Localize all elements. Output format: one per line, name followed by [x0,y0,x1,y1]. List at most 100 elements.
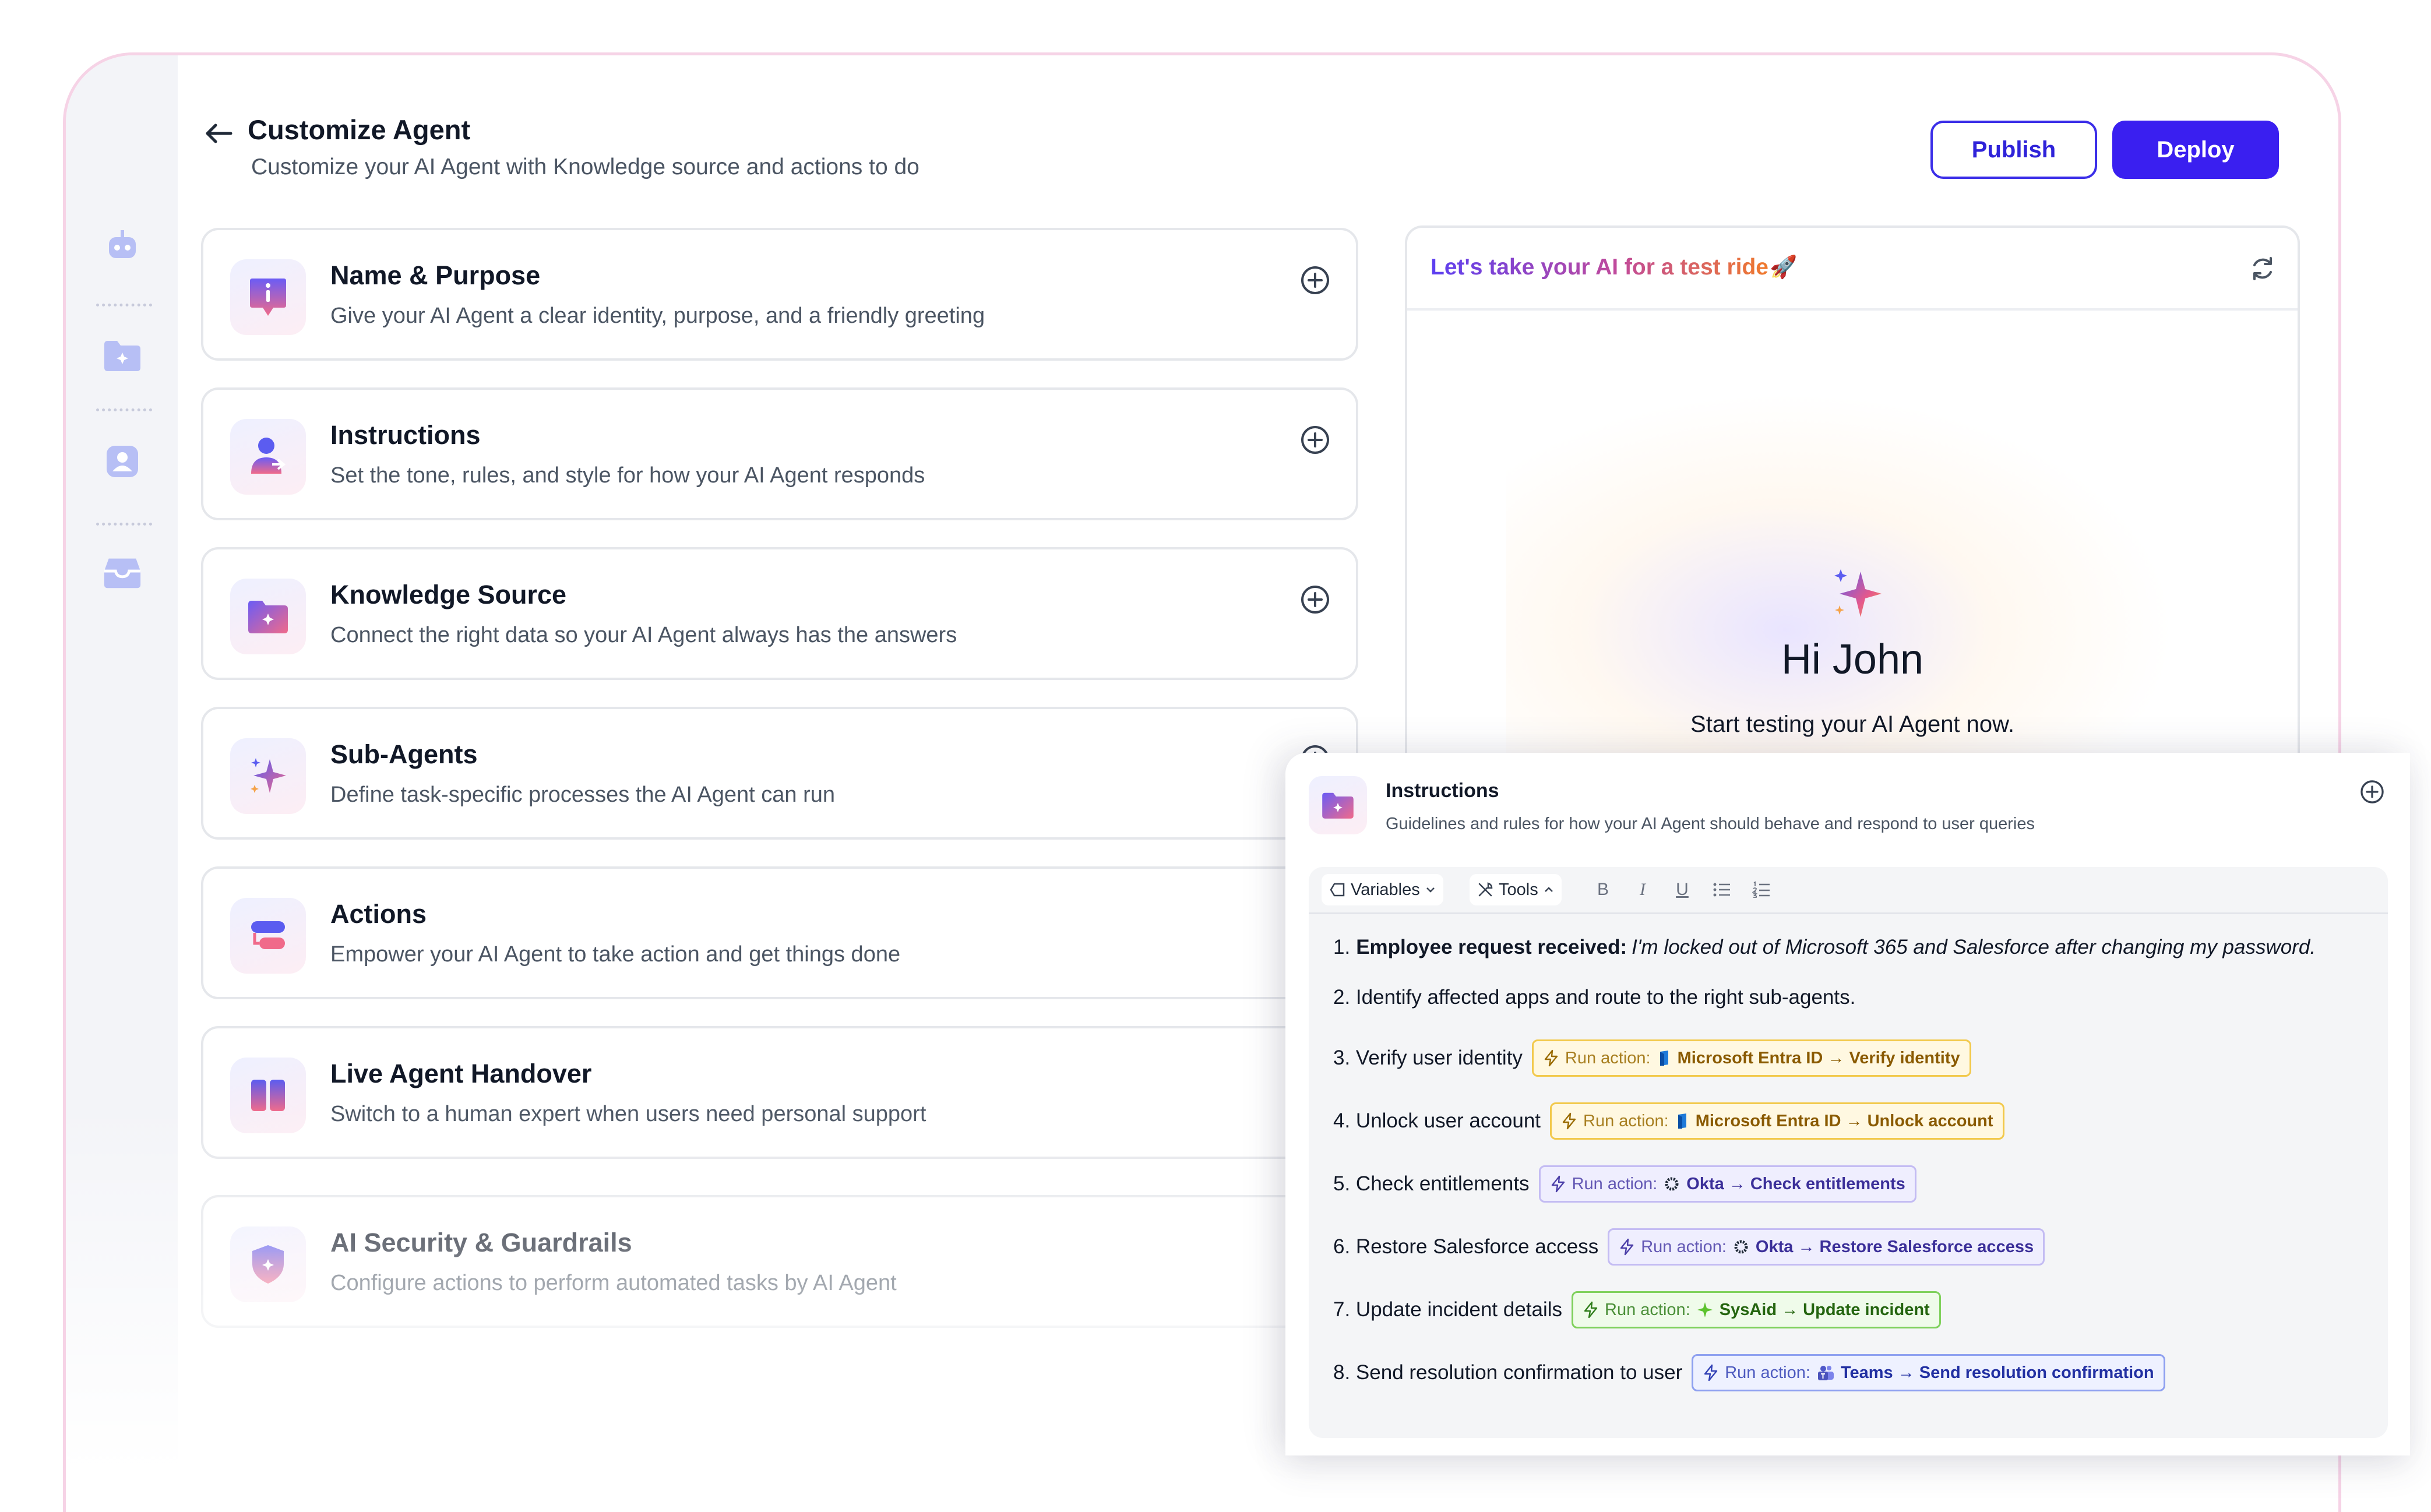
card-description: Define task-specific processes the AI Ag… [330,783,836,807]
action-target: Microsoft Entra ID → Verify identity [1677,1048,1960,1067]
bold-button[interactable]: B [1591,877,1615,902]
card-instructions[interactable]: Instructions Set the tone, rules, and st… [201,387,1358,520]
numbered-list-icon[interactable] [1749,877,1774,902]
run-action-chip[interactable]: Run action: Microsoft Entra ID → Unlock … [1550,1102,2004,1140]
folder-sparkle-icon [1309,776,1367,834]
lightning-icon [1544,1049,1558,1067]
start-testing-text: Start testing your AI Agent now. [1690,711,2014,737]
lightning-icon [1551,1175,1565,1193]
sidebar-divider [96,408,152,411]
card-title: Name & Purpose [330,260,541,290]
instruction-step: 2. Identify affected apps and route to t… [1333,986,1855,1009]
test-ride-header: Let's take your AI for a test ride 🚀 [1407,228,2298,311]
step-text: 6. Restore Salesforce access [1333,1235,1599,1258]
action-target: Microsoft Entra ID → Unlock account [1695,1111,1993,1130]
tools-dropdown[interactable]: Tools [1470,874,1562,905]
tools-label: Tools [1499,880,1538,899]
sidebar-divider [96,304,152,306]
chevron-up-icon [1544,887,1553,892]
shield-icon [230,1226,306,1302]
add-circle-icon[interactable] [1299,264,1331,297]
action-label: Run action: [1583,1111,1669,1130]
card-title: Live Agent Handover [330,1059,592,1088]
back-arrow-icon[interactable] [201,116,236,151]
microsoft-entra-icon [1678,1113,1686,1129]
rocket-icon: 🚀 [1770,255,1798,280]
action-label: Run action: [1565,1048,1651,1067]
lightning-icon [1584,1301,1598,1319]
instructions-editor[interactable]: Variables Tools B I U 1. Employee reques… [1309,867,2388,1438]
instructions-description: Guidelines and rules for how your AI Age… [1386,815,2035,833]
card-title: Sub-Agents [330,739,478,769]
instruction-step: 3. Verify user identity Run action: Micr… [1333,1039,1971,1077]
run-action-chip[interactable]: Run action: SysAid → Update incident [1572,1291,1941,1328]
variable-icon [1330,883,1345,897]
run-action-chip[interactable]: Run action: Teams → Send resolution conf… [1692,1354,2165,1391]
teams-icon [1817,1366,1834,1380]
action-target: Okta → Check entitlements [1686,1174,1905,1193]
run-action-chip[interactable]: Run action: Okta → Restore Salesforce ac… [1608,1228,2045,1266]
action-label: Run action: [1572,1174,1658,1193]
robot-icon[interactable] [102,224,143,265]
deploy-button[interactable]: Deploy [2112,121,2279,179]
tools-icon [1478,882,1493,897]
instructions-panel: Instructions Guidelines and rules for ho… [1285,753,2410,1455]
folder-sparkle-icon [230,579,306,654]
card-sub-agents[interactable]: Sub-Agents Define task-specific processe… [201,707,1358,840]
greeting-text: Hi John [1781,636,1924,683]
card-description: Switch to a human expert when users need… [330,1102,926,1126]
card-description: Set the tone, rules, and style for how y… [330,463,925,488]
sidebar [66,55,178,1512]
add-circle-icon[interactable] [1299,424,1331,456]
card-actions[interactable]: Actions Empower your AI Agent to take ac… [201,866,1358,999]
lightning-icon [1562,1112,1576,1130]
user-card-icon[interactable] [102,441,143,482]
card-ai-security-guardrails[interactable]: AI Security & Guardrails Configure actio… [201,1195,1358,1328]
card-description: Give your AI Agent a clear identity, pur… [330,304,985,328]
refresh-icon[interactable] [2247,253,2278,284]
card-knowledge-source[interactable]: Knowledge Source Connect the right data … [201,547,1358,680]
inbox-icon[interactable] [102,552,143,593]
run-action-chip[interactable]: Run action: Microsoft Entra ID → Verify … [1531,1039,1971,1077]
action-label: Run action: [1725,1363,1810,1382]
actions-icon [230,898,306,974]
variables-label: Variables [1351,880,1420,899]
instruction-step: 6. Restore Salesforce access Run action:… [1333,1228,2045,1266]
card-live-agent-handover[interactable]: Live Agent Handover Switch to a human ex… [201,1026,1358,1159]
lightning-icon [1620,1238,1634,1256]
test-ride-title: Let's take your AI for a test ride [1431,255,1768,280]
add-circle-icon[interactable] [1299,583,1331,616]
instruction-step: 4. Unlock user account Run action: Micro… [1333,1102,2004,1140]
underline-button[interactable]: U [1670,877,1694,902]
card-name-purpose[interactable]: Name & Purpose Give your AI Agent a clea… [201,228,1358,361]
user-edit-icon [230,419,306,495]
run-action-chip[interactable]: Run action: Okta → Check entitlements [1538,1165,1916,1203]
step-text: 3. Verify user identity [1333,1046,1523,1069]
handover-icon [230,1058,306,1133]
page-subtitle: Customize your AI Agent with Knowledge s… [251,154,919,179]
card-title: Knowledge Source [330,580,567,609]
add-circle-icon[interactable] [2359,778,2386,805]
publish-button[interactable]: Publish [1930,121,2097,179]
bullet-list-icon[interactable] [1710,877,1734,902]
variables-dropdown[interactable]: Variables [1322,874,1443,905]
card-description: Connect the right data so your AI Agent … [330,623,957,647]
italic-button[interactable]: I [1630,877,1655,902]
step-text: 8. Send resolution confirmation to user [1333,1361,1683,1384]
sparkle-icon [1834,569,1882,617]
editor-toolbar: Variables Tools B I U [1309,867,2388,914]
action-target: Teams → Send resolution confirmation [1840,1363,2154,1382]
instruction-step: 8. Send resolution confirmation to user … [1333,1354,2165,1391]
step-text: 7. Update incident details [1333,1298,1563,1321]
okta-icon [1734,1240,1748,1254]
page-title: Customize Agent [248,114,471,145]
action-label: Run action: [1641,1237,1727,1256]
employee-quote: I'm locked out of Microsoft 365 and Sale… [1632,936,2316,958]
folder-sparkle-icon[interactable] [102,335,143,376]
step-text: 4. Unlock user account [1333,1109,1541,1132]
action-target: Okta → Restore Salesforce access [1755,1237,2034,1256]
card-title: AI Security & Guardrails [330,1228,632,1257]
sparkle-icon [230,738,306,814]
step-label: Employee request received: [1356,936,1627,958]
step-text: 5. Check entitlements [1333,1172,1530,1195]
